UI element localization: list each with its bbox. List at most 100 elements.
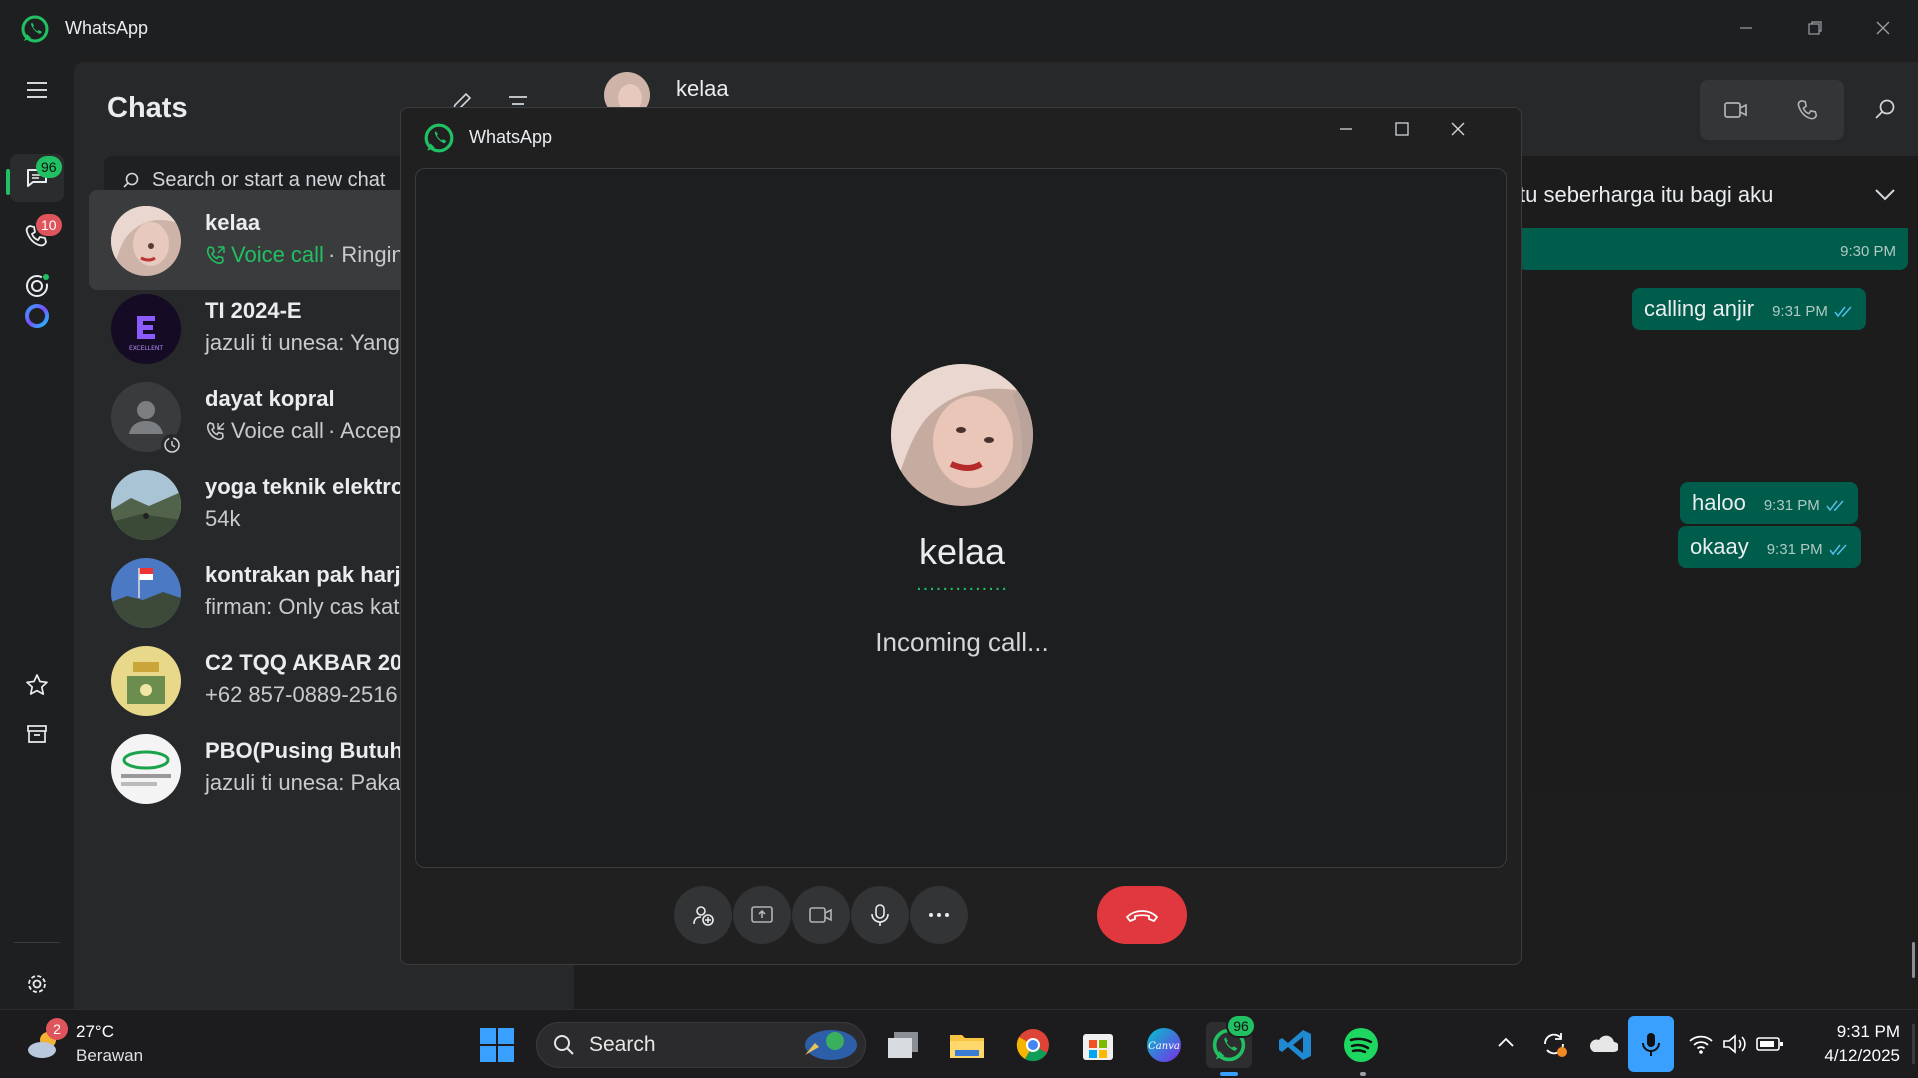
- chat-preview: Voice call · Accepted: [205, 418, 432, 444]
- meta-ai-icon: [23, 302, 51, 330]
- restore-button[interactable]: [1786, 8, 1844, 48]
- clock-time: 9:31 PM: [1836, 1022, 1900, 1041]
- double-check-icon: [1826, 500, 1846, 512]
- add-person-icon: [691, 903, 715, 927]
- canva-icon: Canva: [1146, 1027, 1182, 1063]
- scrollbar[interactable]: [1912, 942, 1915, 978]
- message-bubble[interactable]: haloo 9:31 PM: [1680, 482, 1858, 524]
- chevron-up-icon[interactable]: [1497, 1036, 1515, 1048]
- archive-icon: [24, 721, 50, 747]
- minimize-button[interactable]: [1717, 8, 1775, 48]
- message-text: calling anjir: [1644, 296, 1755, 321]
- file-explorer-button[interactable]: [944, 1022, 990, 1068]
- store-button[interactable]: [1075, 1022, 1121, 1068]
- star-icon: [24, 672, 50, 698]
- status-ring-icon: [161, 434, 183, 456]
- microphone-in-use-button[interactable]: [1628, 1016, 1674, 1072]
- call-minimize-button[interactable]: [1317, 108, 1375, 150]
- svg-text:EXCELLENT: EXCELLENT: [129, 345, 163, 352]
- avatar: [111, 206, 181, 276]
- settings-icon: [24, 971, 50, 997]
- caller-avatar: [891, 364, 1033, 506]
- app-titlebar: WhatsApp: [0, 0, 1918, 54]
- close-icon: [1450, 121, 1466, 137]
- call-controls: [401, 886, 1523, 946]
- close-icon: [1875, 20, 1891, 36]
- start-button[interactable]: [474, 1022, 520, 1068]
- share-screen-button[interactable]: [733, 886, 791, 944]
- more-options-button[interactable]: [910, 886, 968, 944]
- contact-name[interactable]: kelaa: [676, 76, 729, 102]
- clock[interactable]: 9:31 PM 4/12/2025: [1800, 1020, 1900, 1068]
- vscode-button[interactable]: [1272, 1022, 1318, 1068]
- message-text: haloo: [1692, 490, 1746, 515]
- maximize-icon: [1394, 121, 1410, 137]
- end-call-button[interactable]: [1097, 886, 1187, 944]
- video-icon: [1723, 99, 1749, 121]
- chrome-button[interactable]: [1010, 1022, 1056, 1068]
- message-bubble[interactable]: calling anjir 9:31 PM: [1632, 288, 1866, 330]
- chat-preview: 54k: [205, 506, 241, 531]
- avatar: [111, 470, 181, 540]
- video-call-button[interactable]: [1700, 80, 1772, 140]
- call-maximize-button[interactable]: [1373, 108, 1431, 150]
- call-close-button[interactable]: [1429, 108, 1487, 150]
- chat-name: C2 TQQ AKBAR 2025: [205, 650, 427, 675]
- nav-chats[interactable]: 96: [10, 154, 64, 202]
- message-bubble[interactable]: okaay 9:31 PM: [1678, 526, 1861, 568]
- search-highlight-icon: [795, 1027, 859, 1063]
- avatar: [111, 734, 181, 804]
- running-app-indicator: [1360, 1072, 1366, 1076]
- voice-call-button[interactable]: [1772, 80, 1844, 140]
- chats-badge: 96: [36, 156, 62, 178]
- active-app-indicator: [1220, 1072, 1238, 1076]
- nav-archived[interactable]: [10, 710, 64, 758]
- more-icon: [928, 912, 950, 918]
- call-icon: [205, 420, 227, 442]
- chat-name: dayat kopral: [205, 386, 335, 411]
- calls-badge: 10: [36, 214, 62, 236]
- search-icon[interactable]: [1874, 98, 1896, 120]
- windows-icon: [479, 1027, 515, 1063]
- phone-icon: [1796, 98, 1820, 122]
- double-check-icon: [1834, 306, 1854, 318]
- incoming-call-icon: [205, 244, 227, 266]
- canva-button[interactable]: Canva: [1141, 1022, 1187, 1068]
- nav-meta-ai[interactable]: [10, 292, 64, 340]
- sync-icon[interactable]: [1540, 1030, 1568, 1058]
- avatar: [111, 558, 181, 628]
- whatsapp-logo-icon: [423, 122, 455, 154]
- add-participant-button[interactable]: [674, 886, 732, 944]
- task-view-button[interactable]: [880, 1022, 926, 1068]
- wifi-icon[interactable]: [1688, 1034, 1714, 1054]
- call-progress-dots: ..............: [916, 573, 1008, 595]
- mute-button[interactable]: [851, 886, 909, 944]
- message-bubble[interactable]: 9:30 PM: [1518, 228, 1908, 270]
- spotify-button[interactable]: [1338, 1022, 1384, 1068]
- weather-widget[interactable]: 2 27°C Berawan: [24, 1018, 164, 1070]
- nav-starred[interactable]: [10, 661, 64, 709]
- taskbar-search[interactable]: Search: [536, 1022, 866, 1068]
- show-desktop-button[interactable]: [1912, 1024, 1915, 1064]
- menu-button[interactable]: [10, 66, 64, 114]
- weather-condition: Berawan: [76, 1046, 144, 1065]
- battery-icon[interactable]: [1756, 1036, 1784, 1052]
- pinned-message[interactable]: tu seberharga itu bagi aku: [1519, 182, 1773, 208]
- nav-settings[interactable]: [10, 960, 64, 1008]
- call-stage: kelaa .............. Incoming call...: [415, 168, 1507, 868]
- volume-icon[interactable]: [1722, 1034, 1748, 1054]
- chevron-down-icon[interactable]: [1874, 188, 1896, 202]
- call-status: Incoming call...: [875, 627, 1049, 657]
- message-text: okaay: [1690, 534, 1749, 559]
- spotify-icon: [1343, 1027, 1379, 1063]
- close-button[interactable]: [1854, 8, 1912, 48]
- video-toggle-button[interactable]: [792, 886, 850, 944]
- app-title: WhatsApp: [65, 18, 149, 38]
- nav-calls[interactable]: 10: [10, 212, 64, 260]
- chat-name: kelaa: [205, 210, 261, 235]
- onedrive-icon[interactable]: [1588, 1034, 1618, 1054]
- svg-text:Canva: Canva: [1148, 1041, 1180, 1052]
- whatsapp-logo-icon: [20, 14, 50, 44]
- avatar: EXCELLENT: [111, 294, 181, 364]
- search-icon: [122, 171, 140, 189]
